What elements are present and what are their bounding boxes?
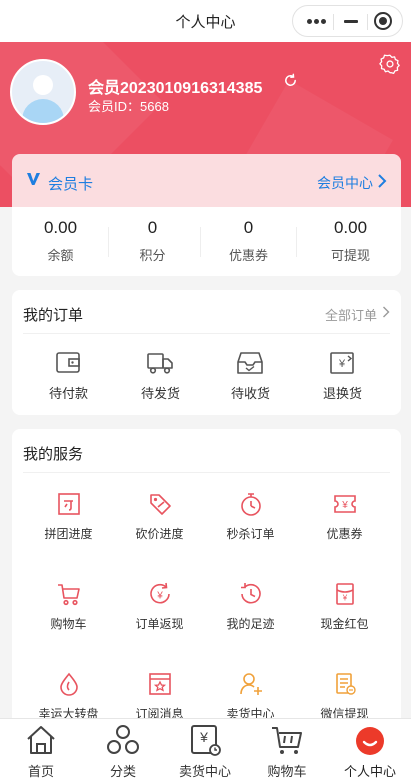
category-icon xyxy=(107,725,139,754)
service-footprint[interactable]: 我的足迹 xyxy=(202,581,299,641)
tab-profile[interactable]: 个人中心 xyxy=(329,719,411,780)
service-cart[interactable]: 购物车 xyxy=(20,581,117,641)
member-id: 会员ID：5668 xyxy=(88,99,169,114)
tab-label: 购物车 xyxy=(267,764,307,779)
cart-icon xyxy=(58,584,80,606)
service-bargain[interactable]: 砍价进度 xyxy=(111,491,208,551)
stat-points[interactable]: 0 积分 xyxy=(104,207,201,276)
order-label: 待发货 xyxy=(140,386,180,401)
group-buy-icon xyxy=(58,493,80,515)
service-label: 购物车 xyxy=(50,617,87,631)
history-icon xyxy=(241,583,261,604)
svg-text:¥: ¥ xyxy=(338,358,346,370)
my-services-card: 我的服务 拼团进度 砍价进度 秒杀订单 ¥ 优惠券 购物车 ¥ 订单返现 我的足… xyxy=(12,429,401,739)
order-label: 退换货 xyxy=(322,386,362,401)
minimize-icon[interactable] xyxy=(344,20,358,23)
coupon-icon: ¥ xyxy=(334,495,356,513)
more-icon[interactable] xyxy=(307,19,327,25)
cashback-icon: ¥ xyxy=(150,582,170,604)
stat-balance[interactable]: 0.00 余额 xyxy=(12,207,109,276)
subscribe-icon xyxy=(149,673,171,695)
all-orders-link[interactable]: 全部订单 xyxy=(325,305,377,324)
stat-withdrawable[interactable]: 0.00 可提现 xyxy=(302,207,399,276)
tab-label: 个人中心 xyxy=(343,764,396,779)
tab-label: 分类 xyxy=(109,764,136,779)
svg-text:¥: ¥ xyxy=(199,729,208,745)
bargain-tag-icon xyxy=(150,494,171,515)
stat-value: 0 xyxy=(243,218,254,237)
return-icon: ¥ xyxy=(330,352,354,374)
truck-icon xyxy=(147,353,173,374)
chevron-right-icon xyxy=(378,174,387,188)
order-pending-payment[interactable]: 待付款 xyxy=(20,350,117,405)
services-title: 我的服务 xyxy=(23,446,84,463)
tab-label: 首页 xyxy=(27,764,54,779)
stat-value: 0.00 xyxy=(43,218,78,237)
tab-label: 卖货中心 xyxy=(178,764,231,779)
service-flash-sale[interactable]: 秒杀订单 xyxy=(202,491,299,551)
my-orders-card: 我的订单 全部订单 待付款 待发货 待收货 ¥ 退换货 xyxy=(12,290,401,415)
tab-cart[interactable]: 购物车 xyxy=(246,719,328,780)
stat-label: 优惠券 xyxy=(228,248,268,263)
red-packet-icon: ¥ xyxy=(336,583,354,605)
chevron-right-icon xyxy=(383,306,390,318)
tab-home[interactable]: 首页 xyxy=(0,719,82,780)
order-pending-receipt[interactable]: 待收货 xyxy=(202,350,299,405)
withdraw-icon xyxy=(336,673,356,695)
service-group-buy[interactable]: 拼团进度 xyxy=(20,491,117,551)
service-label: 砍价进度 xyxy=(135,527,184,541)
orders-title: 我的订单 xyxy=(23,307,84,324)
member-card-bar[interactable]: 会员卡 会员中心 xyxy=(12,154,401,207)
vip-icon xyxy=(27,173,40,185)
member-card-label: 会员卡 xyxy=(48,176,94,193)
service-label: 订单返现 xyxy=(135,617,184,631)
close-miniprogram-icon[interactable] xyxy=(374,12,392,30)
sell-icon: ¥ xyxy=(191,725,221,756)
wallet-icon xyxy=(56,352,80,373)
stat-value: 0.00 xyxy=(333,218,368,237)
service-label: 拼团进度 xyxy=(44,527,93,541)
service-label: 优惠券 xyxy=(326,527,363,541)
profile-icon xyxy=(356,727,384,755)
bottom-tab-bar: 首页 分类 ¥ 卖货中心 购物车 个人中心 xyxy=(0,718,411,780)
service-label: 我的足迹 xyxy=(226,617,275,631)
member-name: 会员202301091631438​5 xyxy=(88,80,263,97)
lucky-wheel-icon xyxy=(60,672,78,696)
refresh-icon[interactable] xyxy=(283,73,298,88)
svg-text:¥: ¥ xyxy=(341,500,348,511)
member-center-link[interactable]: 会员中心 xyxy=(317,173,373,193)
order-pending-shipment[interactable]: 待发货 xyxy=(112,350,209,405)
order-returns[interactable]: ¥ 退换货 xyxy=(294,350,391,405)
tab-category[interactable]: 分类 xyxy=(82,719,164,780)
service-label: 秒杀订单 xyxy=(226,527,275,541)
service-label: 现金红包 xyxy=(320,617,369,631)
stopwatch-icon xyxy=(241,493,261,516)
service-coupons[interactable]: ¥ 优惠券 xyxy=(296,491,393,551)
service-cashback[interactable]: ¥ 订单返现 xyxy=(111,581,208,641)
top-nav-bar: 个人中心 xyxy=(0,0,411,42)
stat-label: 积分 xyxy=(139,248,166,263)
cart-icon xyxy=(272,727,302,754)
avatar[interactable] xyxy=(10,59,76,125)
svg-text:¥: ¥ xyxy=(342,594,348,603)
home-icon xyxy=(27,726,55,754)
stat-value: 0 xyxy=(147,218,158,237)
inbox-icon xyxy=(237,352,263,374)
stat-label: 可提现 xyxy=(330,248,370,263)
order-label: 待收货 xyxy=(230,386,270,401)
tab-sell-center[interactable]: ¥ 卖货中心 xyxy=(164,719,246,780)
stat-coupons[interactable]: 0 优惠券 xyxy=(200,207,297,276)
service-red-packet[interactable]: ¥ 现金红包 xyxy=(296,581,393,641)
mini-program-capsule xyxy=(292,5,403,37)
order-label: 待付款 xyxy=(48,386,88,401)
svg-text:¥: ¥ xyxy=(156,591,163,602)
add-user-icon xyxy=(240,673,262,695)
settings-icon[interactable] xyxy=(379,53,401,75)
stat-label: 余额 xyxy=(47,248,74,263)
account-stats: 0.00 余额 0 积分 0 优惠券 0.00 可提现 xyxy=(12,207,401,276)
